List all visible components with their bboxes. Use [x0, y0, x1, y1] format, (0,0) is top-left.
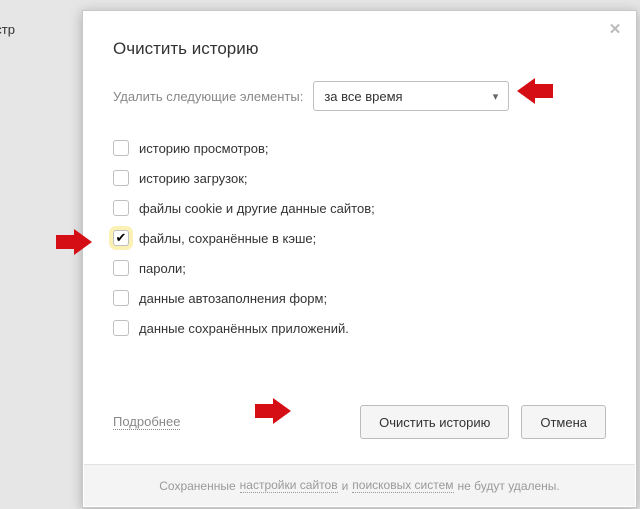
time-range-label: Удалить следующие элементы: — [113, 89, 303, 104]
checkbox-icon — [113, 290, 129, 306]
check-label: пароли; — [139, 261, 186, 276]
check-label: данные автозаполнения форм; — [139, 291, 327, 306]
arrow-annotation-icon — [74, 229, 92, 255]
check-download-history[interactable]: историю загрузок; — [113, 163, 636, 193]
background-page-text: агрузки стр ацию — [0, 0, 15, 98]
arrow-annotation-icon — [517, 78, 535, 104]
checkbox-icon — [113, 170, 129, 186]
more-link[interactable]: Подробнее — [113, 414, 180, 430]
site-settings-link[interactable]: настройки сайтов — [240, 478, 338, 493]
time-range-select[interactable]: за все время ▾ — [313, 81, 509, 111]
search-engines-link[interactable]: поисковых систем — [352, 478, 453, 493]
check-label: историю загрузок; — [139, 171, 248, 186]
checkbox-icon — [113, 140, 129, 156]
check-cached-files[interactable]: ✔ файлы, сохранённые в кэше; — [113, 223, 636, 253]
checkbox-icon — [113, 260, 129, 276]
check-label: историю просмотров; — [139, 141, 268, 156]
time-range-row: Удалить следующие элементы: за все время… — [83, 59, 636, 111]
time-range-value: за все время — [324, 89, 402, 104]
cancel-button[interactable]: Отмена — [521, 405, 606, 439]
dialog-footer: Сохраненные настройки сайтов и поисковых… — [84, 464, 635, 506]
clear-history-dialog: ✕ Очистить историю Удалить следующие эле… — [82, 10, 637, 508]
check-autofill[interactable]: данные автозаполнения форм; — [113, 283, 636, 313]
check-app-data[interactable]: данные сохранённых приложений. — [113, 313, 636, 343]
check-label: данные сохранённых приложений. — [139, 321, 349, 336]
check-browsing-history[interactable]: историю просмотров; — [113, 133, 636, 163]
clear-history-button[interactable]: Очистить историю — [360, 405, 509, 439]
close-icon[interactable]: ✕ — [606, 21, 624, 39]
checkbox-list: историю просмотров; историю загрузок; фа… — [83, 111, 636, 343]
dialog-actions: Подробнее Очистить историю Отмена — [113, 405, 606, 439]
checkbox-checked-icon: ✔ — [113, 230, 129, 246]
check-passwords[interactable]: пароли; — [113, 253, 636, 283]
checkbox-icon — [113, 200, 129, 216]
check-cookies[interactable]: файлы cookie и другие данные сайтов; — [113, 193, 636, 223]
dialog-title: Очистить историю — [83, 11, 636, 59]
check-label: файлы, сохранённые в кэше; — [139, 231, 316, 246]
arrow-annotation-icon — [273, 398, 291, 424]
check-label: файлы cookie и другие данные сайтов; — [139, 201, 375, 216]
chevron-down-icon: ▾ — [493, 90, 499, 103]
checkbox-icon — [113, 320, 129, 336]
